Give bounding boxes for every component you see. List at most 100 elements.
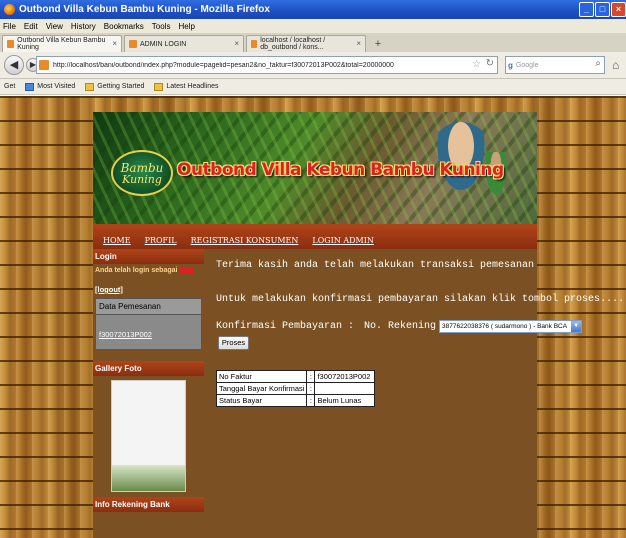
info-value: f30072013P002 bbox=[314, 370, 376, 383]
close-tab-icon[interactable]: × bbox=[234, 39, 239, 48]
menu-tools[interactable]: Tools bbox=[152, 22, 171, 31]
folder-icon bbox=[85, 82, 95, 91]
rss-icon bbox=[154, 82, 164, 91]
favicon-icon bbox=[7, 40, 15, 48]
page-viewport: Bambu Kuning Outbond Villa Kebun Bambu K… bbox=[0, 96, 626, 538]
gallery-photo[interactable] bbox=[111, 380, 186, 492]
bookmark-label: Most Visited bbox=[37, 83, 76, 90]
menu-help[interactable]: Help bbox=[178, 22, 194, 31]
tab-admin-login[interactable]: ADMIN LOGIN × bbox=[124, 35, 244, 52]
logout-link[interactable]: [logout] bbox=[95, 285, 204, 294]
info-key: Status Bayar bbox=[215, 394, 308, 407]
bookmarks-toolbar: Get Most Visited Getting Started Latest … bbox=[0, 79, 626, 95]
info-key: No Faktur bbox=[215, 370, 308, 383]
close-window-button[interactable]: × bbox=[611, 2, 626, 17]
account-select[interactable]: 3877622038376 ( sudarmono ) - Bank BCA ▼ bbox=[439, 320, 583, 333]
minimize-button[interactable]: _ bbox=[579, 2, 594, 17]
sidebar: Login Anda telah login sebagai [logout] … bbox=[93, 249, 204, 538]
search-box[interactable]: g Google ⌕ bbox=[505, 56, 605, 74]
bookmark-star-icon[interactable]: ☆ bbox=[472, 59, 481, 70]
proses-button[interactable]: Proses bbox=[218, 336, 249, 350]
account-select-value: 3877622038376 ( sudarmono ) - Bank BCA bbox=[442, 323, 568, 330]
search-placeholder: Google bbox=[515, 61, 539, 69]
logo-line-2: Kuning bbox=[122, 172, 162, 186]
close-tab-icon[interactable]: × bbox=[112, 39, 117, 48]
login-heading: Login bbox=[93, 249, 204, 264]
login-status-text: Anda telah login sebagai bbox=[95, 267, 178, 274]
logo-line-1: Bambu bbox=[120, 160, 164, 175]
firefox-icon bbox=[4, 4, 15, 15]
nav-home[interactable]: HOME bbox=[103, 236, 131, 245]
bookmark-latest-headlines[interactable]: Latest Headlines bbox=[154, 82, 219, 91]
tab-label: ADMIN LOGIN bbox=[140, 40, 187, 48]
site-logo: Bambu Kuning bbox=[111, 150, 173, 196]
favicon-icon bbox=[129, 40, 137, 48]
payment-confirmation-label: Konfirmasi Pembayaran : bbox=[216, 321, 355, 332]
maximize-button[interactable]: □ bbox=[595, 2, 610, 17]
site-banner: Bambu Kuning Outbond Villa Kebun Bambu K… bbox=[93, 112, 537, 224]
close-tab-icon[interactable]: × bbox=[356, 39, 361, 48]
info-key: Tanggal Bayar Konfirmasi bbox=[215, 382, 308, 395]
info-value: Belum Lunas bbox=[314, 394, 376, 407]
bookmark-get[interactable]: Get bbox=[4, 83, 15, 90]
info-colon: : bbox=[306, 382, 316, 395]
tab-outbond[interactable]: Outbond Villa Kebun Bambu Kuning × bbox=[2, 35, 122, 52]
tab-phpmyadmin[interactable]: localhost / localhost / db_outbond / kon… bbox=[246, 35, 366, 52]
confirm-instruction: Untuk melakukan konfirmasi pembayaran si… bbox=[216, 294, 625, 305]
menu-view[interactable]: View bbox=[46, 22, 63, 31]
table-row: No Faktur : f30072013P002 bbox=[215, 370, 376, 383]
favicon-icon bbox=[251, 40, 258, 48]
site-title: Outbond Villa Kebun Bambu Kuning bbox=[177, 160, 504, 180]
invoice-info-table: No Faktur : f30072013P002 Tanggal Bayar … bbox=[215, 370, 376, 407]
logged-in-username bbox=[179, 266, 194, 273]
window-controls: _ □ × bbox=[579, 2, 626, 17]
menu-file[interactable]: File bbox=[3, 22, 16, 31]
navigation-bar: ◀ ▶ http://localhost/bani/outbond/index.… bbox=[0, 52, 626, 79]
menu-history[interactable]: History bbox=[71, 22, 96, 31]
tab-label: localhost / localhost / db_outbond / kon… bbox=[260, 37, 326, 51]
account-number-label: No. Rekening bbox=[364, 321, 437, 332]
thank-you-message: Terima kasih anda telah melakukan transa… bbox=[216, 260, 535, 271]
tab-label: Outbond Villa Kebun Bambu Kuning bbox=[17, 37, 106, 51]
search-icon[interactable]: ⌕ bbox=[595, 58, 601, 69]
menu-bookmarks[interactable]: Bookmarks bbox=[104, 22, 144, 31]
back-button[interactable]: ◀ bbox=[4, 55, 24, 75]
login-status: Anda telah login sebagai bbox=[93, 264, 204, 274]
chevron-down-icon: ▼ bbox=[571, 321, 582, 332]
site-favicon-icon bbox=[39, 60, 49, 70]
order-link[interactable]: f30072013P002 bbox=[99, 330, 152, 339]
url-text: http://localhost/bani/outbond/index.php?… bbox=[53, 61, 394, 69]
site-container: Bambu Kuning Outbond Villa Kebun Bambu K… bbox=[93, 112, 624, 538]
payment-confirmation-row: Konfirmasi Pembayaran : No. Rekening 387… bbox=[216, 320, 583, 333]
bookmark-label: Get bbox=[4, 83, 16, 90]
new-tab-button[interactable]: + bbox=[371, 38, 385, 52]
bookmark-most-visited[interactable]: Most Visited bbox=[25, 82, 76, 91]
order-menu-title: Data Pemesanan bbox=[96, 299, 201, 315]
tab-bar: Outbond Villa Kebun Bambu Kuning × ADMIN… bbox=[0, 33, 626, 52]
window-title: Outbond Villa Kebun Bambu Kuning - Mozil… bbox=[19, 4, 270, 15]
most-visited-icon bbox=[25, 82, 35, 91]
gallery-photo-image bbox=[112, 465, 185, 491]
nav-login-admin[interactable]: LOGIN ADMIN bbox=[312, 236, 374, 245]
home-icon[interactable]: ⌂ bbox=[612, 58, 619, 72]
info-colon: : bbox=[306, 370, 316, 383]
info-value bbox=[314, 382, 376, 395]
table-row: Status Bayar : Belum Lunas bbox=[215, 394, 376, 407]
gallery-heading: Gallery Foto bbox=[93, 361, 204, 376]
nav-profil[interactable]: PROFIL bbox=[145, 236, 177, 245]
info-colon: : bbox=[306, 394, 316, 407]
bank-info-heading: Info Rekening Bank bbox=[93, 497, 204, 512]
bookmark-label: Getting Started bbox=[97, 83, 145, 90]
menu-bar: File Edit View History Bookmarks Tools H… bbox=[0, 19, 626, 33]
reload-icon[interactable]: ↻ bbox=[486, 58, 494, 69]
bookmark-label: Latest Headlines bbox=[166, 83, 219, 90]
google-icon: g bbox=[508, 60, 513, 70]
main-nav: HOME PROFIL REGISTRASI KONSUMEN LOGIN AD… bbox=[93, 224, 537, 249]
bookmark-getting-started[interactable]: Getting Started bbox=[85, 82, 145, 91]
table-row: Tanggal Bayar Konfirmasi : bbox=[215, 382, 376, 395]
order-menu: Data Pemesanan f30072013P002 bbox=[95, 298, 202, 350]
menu-edit[interactable]: Edit bbox=[24, 22, 38, 31]
window-titlebar: Outbond Villa Kebun Bambu Kuning - Mozil… bbox=[0, 0, 626, 19]
url-bar[interactable]: http://localhost/bani/outbond/index.php?… bbox=[36, 56, 498, 74]
nav-registrasi-konsumen[interactable]: REGISTRASI KONSUMEN bbox=[191, 236, 299, 245]
